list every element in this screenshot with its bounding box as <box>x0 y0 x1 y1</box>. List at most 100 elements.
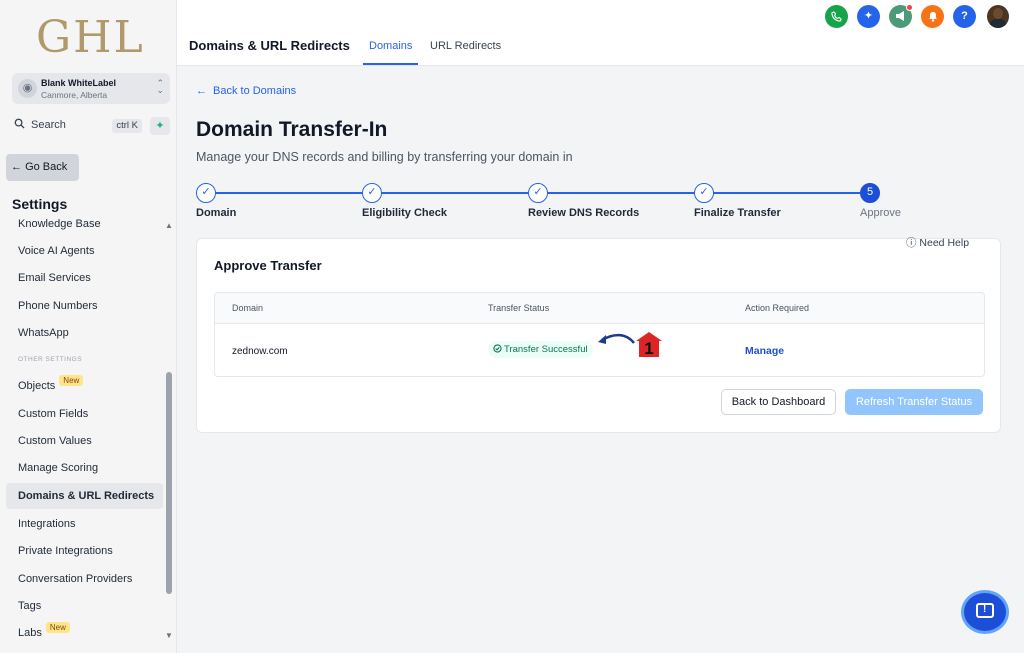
step-connector <box>214 192 362 194</box>
notification-dot <box>906 4 913 11</box>
sidebar-item-label: Labs <box>18 627 42 639</box>
sidebar-item-label: WhatsApp <box>18 327 69 339</box>
table-header: Domain Transfer Status Action Required <box>215 293 984 324</box>
magic-icon[interactable]: ✦ <box>857 5 880 28</box>
user-avatar[interactable] <box>987 5 1009 28</box>
sidebar-item-custom-fields[interactable]: Custom Fields <box>6 401 163 427</box>
sidebar-item-label: Custom Fields <box>18 408 89 420</box>
sidebar-item-label: Email Services <box>18 272 91 284</box>
annotation-arrow-icon <box>598 333 635 344</box>
sidebar-item-voice-ai-agents[interactable]: Voice AI Agents <box>6 238 163 264</box>
chat-support-button[interactable]: ! <box>964 593 1006 631</box>
manage-link[interactable]: Manage <box>745 345 784 357</box>
sidebar-item-label: Custom Values <box>18 435 92 447</box>
column-header-status: Transfer Status <box>488 303 550 313</box>
sidebar-item-whatsapp[interactable]: WhatsApp <box>6 320 163 346</box>
step-number: 5 <box>860 183 880 203</box>
sidebar-item-label: Conversation Providers <box>18 573 133 585</box>
tab-url-redirects[interactable]: URL Redirects <box>430 40 501 52</box>
settings-title: Settings <box>12 196 68 212</box>
chevron-updown-icon: ⌃ ⌄ <box>156 78 164 95</box>
arrow-left-icon: ← <box>11 161 26 173</box>
location-avatar-icon: ◉ <box>18 79 37 98</box>
step-label-approve: Approve <box>860 207 901 219</box>
step-label-dns: Review DNS Records <box>528 207 640 219</box>
step-label-eligibility: Eligibility Check <box>362 207 447 219</box>
check-icon: ✓ <box>528 183 548 203</box>
chat-alert-icon: ! <box>983 604 987 615</box>
search-icon <box>14 118 25 132</box>
sidebar-item-custom-values[interactable]: Custom Values <box>6 428 163 454</box>
brand-logo[interactable]: GHL <box>36 12 145 63</box>
sidebar-item-label: Knowledge Base <box>18 218 101 230</box>
sidebar-item-label: Manage Scoring <box>18 462 99 474</box>
step-label-finalize: Finalize Transfer <box>694 207 781 219</box>
go-back-button[interactable]: ← Go Back <box>6 154 79 181</box>
search-shortcut: ctrl K <box>112 119 142 133</box>
need-help-label: Need Help <box>919 237 970 249</box>
sidebar: GHL ◉ Blank WhiteLabel Canmore, Alberta … <box>0 0 177 653</box>
sidebar-item-tags[interactable]: Tags <box>6 593 163 619</box>
active-tab-indicator <box>363 63 418 65</box>
need-help-link[interactable]: ⓘ Need Help <box>906 235 969 250</box>
back-to-dashboard-button[interactable]: Back to Dashboard <box>721 389 836 415</box>
sidebar-item-labs[interactable]: Labs New <box>6 620 163 645</box>
help-icon[interactable]: ? <box>953 5 976 28</box>
check-icon: ✓ <box>196 183 216 203</box>
sidebar-item-private-integrations[interactable]: Private Integrations <box>6 538 163 564</box>
annotation-number: 1 <box>644 339 653 358</box>
scroll-up-arrow-icon[interactable]: ▲ <box>165 221 173 230</box>
sidebar-item-label: Phone Numbers <box>18 300 98 312</box>
back-link-label: Back to Domains <box>213 85 297 97</box>
sidebar-item-domains[interactable]: Domains & URL Redirects <box>6 483 163 509</box>
status-text: Transfer Successful <box>504 344 588 355</box>
sidebar-item-manage-scoring[interactable]: Manage Scoring <box>6 455 163 481</box>
sidebar-item-label: Private Integrations <box>18 545 113 557</box>
step-label-domain: Domain <box>196 207 237 219</box>
sidebar-item-label: Domains & URL Redirects <box>18 490 155 502</box>
annotation-marker-icon: 1 <box>636 332 662 358</box>
other-settings-heading: OTHER SETTINGS <box>18 356 83 363</box>
avatar-body <box>990 19 1006 28</box>
tab-domains[interactable]: Domains <box>369 40 412 52</box>
phone-icon[interactable] <box>825 5 848 28</box>
go-back-label: Go Back <box>25 161 68 173</box>
settings-menu: Knowledge Base Voice AI Agents Email Ser… <box>0 215 177 645</box>
search-label: Search <box>31 119 66 131</box>
sidebar-scrollbar[interactable] <box>166 372 172 594</box>
bell-icon[interactable] <box>921 5 944 28</box>
check-icon: ✓ <box>362 183 382 203</box>
step-connector <box>546 192 694 194</box>
sidebar-item-objects[interactable]: Objects New <box>6 373 163 399</box>
sidebar-item-phone-numbers[interactable]: Phone Numbers <box>6 293 163 319</box>
sidebar-item-label: Objects <box>18 380 56 392</box>
card-title: Approve Transfer <box>214 258 322 273</box>
sidebar-item-label: Integrations <box>18 518 76 530</box>
check-circle-icon <box>493 344 502 353</box>
sidebar-item-email-services[interactable]: Email Services <box>6 265 163 291</box>
column-header-domain: Domain <box>232 303 264 313</box>
column-header-action: Action Required <box>745 303 810 313</box>
sidebar-item-label: Tags <box>18 600 42 612</box>
account-location: Canmore, Alberta <box>41 90 108 100</box>
account-switcher[interactable]: ◉ Blank WhiteLabel Canmore, Alberta ⌃ ⌄ <box>12 73 170 104</box>
page-title: Domain Transfer-In <box>196 118 388 141</box>
step-connector <box>380 192 528 194</box>
scroll-down-arrow-icon[interactable]: ▼ <box>165 631 173 640</box>
sparkle-icon[interactable]: ✦ <box>150 117 170 135</box>
page-heading: Domains & URL Redirects <box>189 38 350 53</box>
account-name: Blank WhiteLabel <box>41 78 117 88</box>
search-input[interactable]: Search ctrl K <box>12 117 142 135</box>
avatar-face <box>993 8 1003 19</box>
back-to-domains-link[interactable]: ← Back to Domains <box>196 85 296 97</box>
check-icon: ✓ <box>694 183 714 203</box>
sidebar-item-integrations[interactable]: Integrations <box>6 511 163 537</box>
help-circle-icon: ⓘ <box>906 237 920 249</box>
page-subtitle: Manage your DNS records and billing by t… <box>196 150 573 164</box>
sidebar-item-conversation-providers[interactable]: Conversation Providers <box>6 566 163 592</box>
step-connector <box>712 192 860 194</box>
sidebar-item-knowledge-base[interactable]: Knowledge Base <box>6 215 163 237</box>
new-badge: New <box>45 622 70 633</box>
sidebar-item-label: Voice AI Agents <box>18 245 95 257</box>
refresh-transfer-status-button[interactable]: Refresh Transfer Status <box>845 389 983 415</box>
